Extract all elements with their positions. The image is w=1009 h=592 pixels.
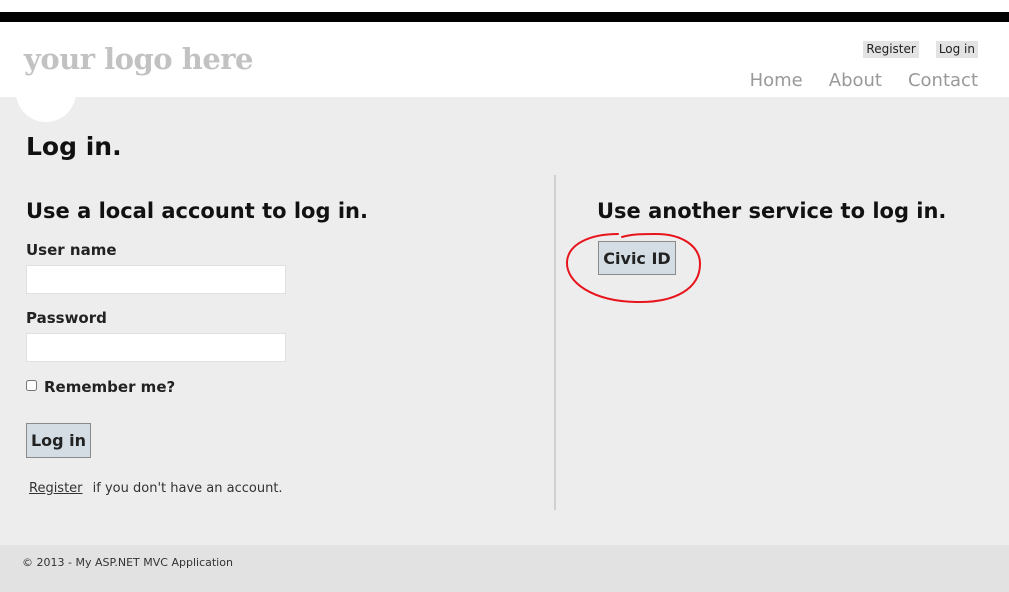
register-prompt-text: if you don't have an account.: [92, 481, 283, 496]
password-input[interactable]: [26, 333, 286, 362]
username-input[interactable]: [26, 265, 286, 294]
site-logo[interactable]: your logo here: [24, 42, 254, 76]
top-strip: [0, 0, 1009, 12]
section-divider: [554, 175, 556, 510]
username-label: User name: [26, 241, 117, 259]
external-login-heading: Use another service to log in.: [597, 199, 947, 223]
register-account-link[interactable]: Register: [29, 481, 83, 496]
top-bar: [0, 12, 1009, 22]
register-prompt: Register if you don't have an account.: [29, 481, 283, 496]
page-title: Log in.: [26, 132, 122, 161]
main-menu: Home About Contact: [750, 70, 978, 91]
remember-me-label[interactable]: Remember me?: [44, 378, 175, 396]
password-label: Password: [26, 309, 107, 327]
remember-me-checkbox[interactable]: [26, 380, 37, 391]
menu-contact[interactable]: Contact: [908, 70, 978, 91]
login-display: Register Log in: [863, 41, 978, 58]
login-submit-button[interactable]: Log in: [26, 423, 91, 458]
local-login-heading: Use a local account to log in.: [26, 199, 368, 223]
menu-about[interactable]: About: [829, 70, 882, 91]
menu-home[interactable]: Home: [750, 70, 803, 91]
register-link[interactable]: Register: [863, 41, 919, 58]
login-link[interactable]: Log in: [935, 41, 978, 58]
red-circle-annotation: [565, 232, 702, 304]
footer-copyright: © 2013 - My ASP.NET MVC Application: [22, 556, 233, 569]
